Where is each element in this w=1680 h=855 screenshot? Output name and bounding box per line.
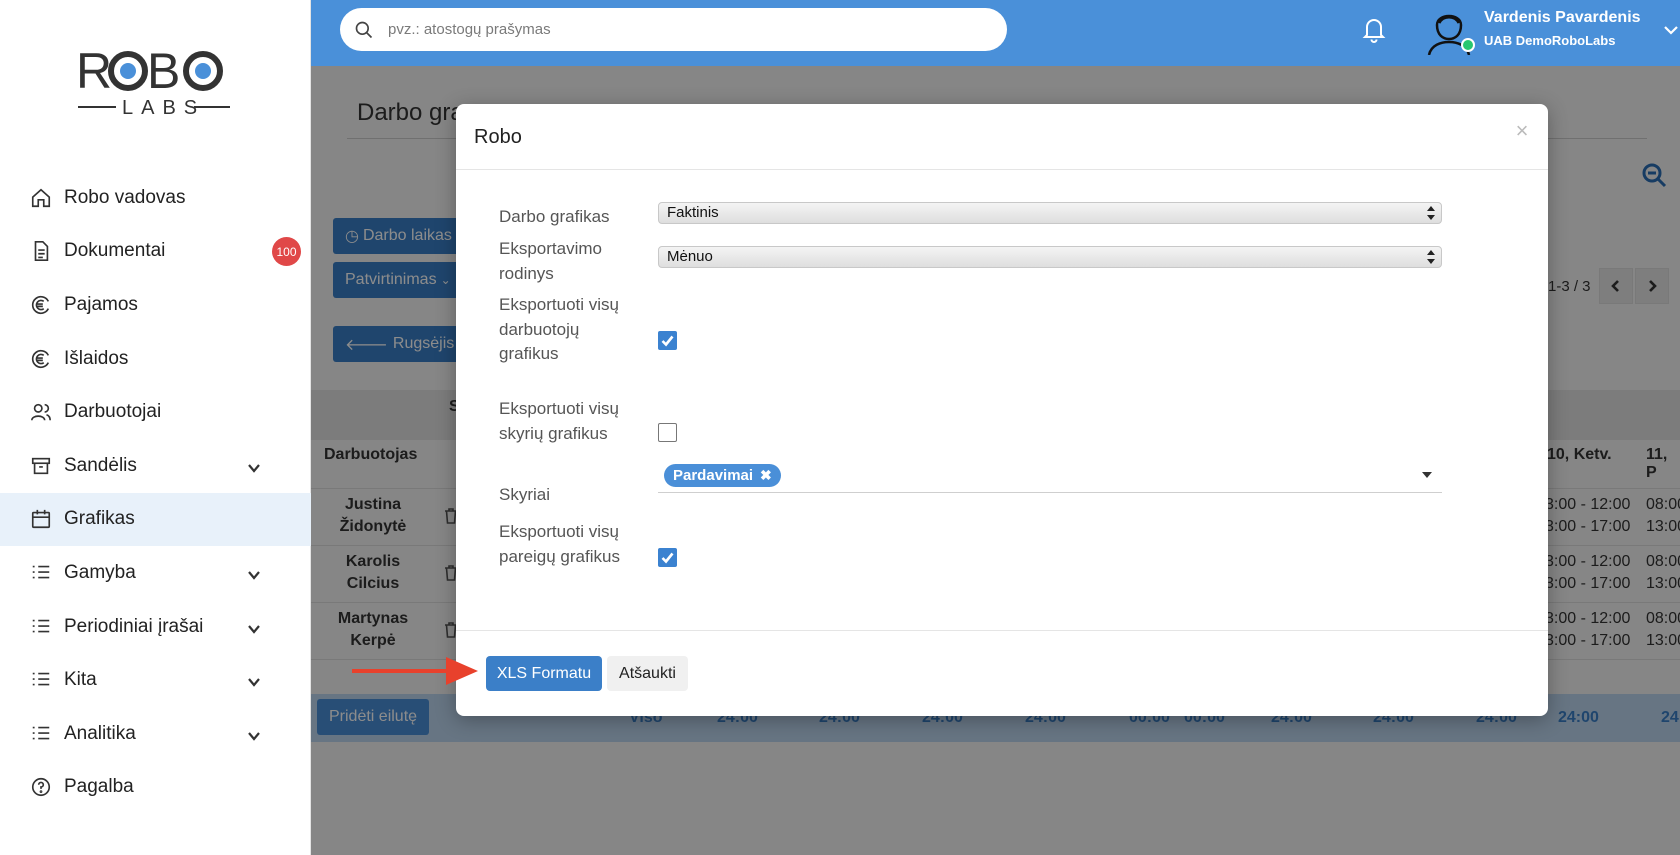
departments-multiselect[interactable]: Pardavimai ✖ [658, 460, 1442, 493]
chevron-down-icon[interactable] [247, 673, 261, 687]
xls-export-button[interactable]: XLS Formatu [486, 656, 602, 691]
sidebar-item-label: Periodiniai įrašai [64, 615, 204, 637]
list-icon [30, 562, 52, 584]
sidebar: R B LABS Robo vadovas Dokumentai 100 Paj… [0, 0, 311, 855]
chevron-down-icon[interactable] [247, 727, 261, 741]
euro-coin-icon [30, 294, 52, 316]
notification-badge: 100 [272, 237, 301, 267]
sidebar-item-kita[interactable]: Kita [0, 653, 311, 707]
svg-text:LABS: LABS [122, 97, 205, 119]
svg-text:B: B [147, 43, 180, 99]
sidebar-item-pajamos[interactable]: Pajamos [0, 278, 311, 332]
users-icon [30, 401, 52, 423]
arrow-right-icon [350, 656, 480, 686]
sidebar-item-darbuotojai[interactable]: Darbuotojai [0, 385, 311, 439]
modal-title: Robo [474, 126, 522, 148]
sidebar-item-grafikas[interactable]: Grafikas [0, 492, 311, 547]
sidebar-item-dokumentai[interactable]: Dokumentai 100 [0, 225, 311, 279]
global-search[interactable] [340, 8, 1007, 51]
close-icon[interactable]: × [1512, 118, 1532, 143]
bell-icon[interactable] [1359, 14, 1389, 44]
online-status-indicator [1461, 38, 1475, 52]
all-departments-checkbox[interactable] [658, 423, 677, 442]
checkmark-icon [661, 552, 674, 564]
caret-down-icon[interactable] [1422, 472, 1432, 478]
chevron-down-icon[interactable] [247, 459, 261, 473]
user-name[interactable]: Vardenis Pavardenis [1484, 9, 1641, 27]
sidebar-item-robo-vadovas[interactable]: Robo vadovas [0, 171, 311, 225]
export-modal: Robo × Darbo grafikas Faktinis Eksportav… [456, 104, 1548, 716]
archive-icon [30, 455, 52, 477]
cancel-button[interactable]: Atšaukti [607, 656, 688, 691]
chevron-down-icon[interactable] [247, 620, 261, 634]
chevron-down-icon[interactable] [247, 566, 261, 580]
sidebar-nav: Robo vadovas Dokumentai 100 Pajamos Išla… [0, 171, 311, 814]
sidebar-item-label: Grafikas [64, 508, 135, 530]
sidebar-item-label: Pagalba [64, 776, 134, 798]
sidebar-item-pagalba[interactable]: Pagalba [0, 761, 311, 815]
sidebar-item-label: Išlaidos [64, 347, 129, 369]
sidebar-item-gamyba[interactable]: Gamyba [0, 546, 311, 600]
sidebar-item-label: Sandėlis [64, 454, 137, 476]
remove-tag-icon[interactable]: ✖ [760, 467, 772, 484]
modal-header: Robo × [456, 104, 1548, 170]
sidebar-item-label: Kita [64, 669, 97, 691]
schedule-label: Darbo grafikas [499, 207, 610, 226]
all-positions-label: Eksportuoti visų pareigų grafikus [499, 522, 620, 566]
document-icon [30, 240, 52, 262]
user-company[interactable]: UAB DemoRoboLabs [1484, 33, 1615, 48]
list-icon [30, 723, 52, 745]
sidebar-item-periodiniai-irasai[interactable]: Periodiniai įrašai [0, 600, 311, 654]
euro-coin-icon [30, 348, 52, 370]
selected-value: Mėnuo [667, 248, 713, 265]
department-tag: Pardavimai ✖ [664, 464, 781, 487]
all-positions-checkbox[interactable] [658, 548, 677, 567]
schedule-select[interactable]: Faktinis [658, 202, 1442, 224]
all-employees-checkbox[interactable] [658, 331, 677, 350]
select-arrows-icon [1427, 250, 1435, 264]
selected-value: Faktinis [667, 204, 719, 221]
calendar-icon [30, 508, 52, 530]
sidebar-item-label: Gamyba [64, 561, 136, 583]
sidebar-item-label: Pajamos [64, 293, 138, 315]
svg-text:R: R [76, 43, 112, 99]
export-view-label: Eksportavimo rodinys [499, 239, 602, 283]
chevron-down-icon[interactable] [1663, 22, 1679, 38]
list-icon [30, 616, 52, 638]
sidebar-item-label: Darbuotojai [64, 401, 162, 423]
search-icon [355, 21, 373, 38]
sidebar-item-islaidos[interactable]: Išlaidos [0, 332, 311, 386]
tag-label: Pardavimai [673, 467, 754, 484]
search-input[interactable] [388, 21, 968, 38]
sidebar-item-label: Analitika [64, 722, 136, 744]
top-bar: Vardenis Pavardenis UAB DemoRoboLabs [311, 0, 1680, 66]
all-employees-label: Eksportuoti visų darbuotojų grafikus [499, 295, 619, 363]
home-icon [30, 187, 52, 209]
departments-label: Skyriai [499, 485, 551, 504]
modal-footer-divider [456, 630, 1548, 631]
all-departments-label: Eksportuoti visų skyrių grafikus [499, 399, 619, 443]
sidebar-item-label: Dokumentai [64, 240, 166, 262]
select-arrows-icon [1427, 206, 1435, 220]
export-view-select[interactable]: Mėnuo [658, 246, 1442, 268]
checkmark-icon [661, 335, 674, 347]
sidebar-item-label: Robo vadovas [64, 186, 186, 208]
robolabs-logo[interactable]: R B LABS [76, 40, 236, 120]
sidebar-item-analitika[interactable]: Analitika [0, 707, 311, 761]
list-icon [30, 669, 52, 691]
help-circle-icon [30, 776, 52, 798]
sidebar-item-sandelis[interactable]: Sandėlis [0, 439, 311, 493]
